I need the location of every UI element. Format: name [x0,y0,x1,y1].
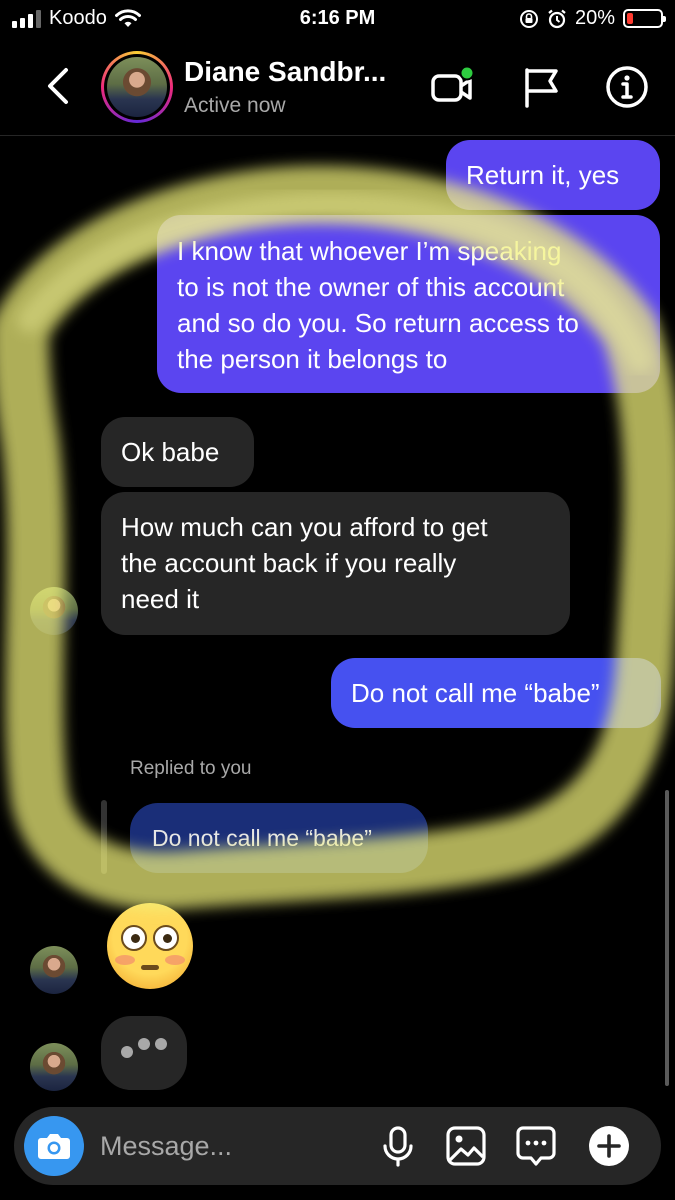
scrollbar[interactable] [665,790,669,1086]
reply-quote-bubble[interactable]: Do not call me “babe” [130,803,428,873]
orientation-lock-icon [519,9,538,28]
add-icon[interactable] [587,1124,631,1168]
sender-avatar[interactable] [30,587,78,635]
typing-indicator [101,1016,187,1090]
incoming-message[interactable]: How much can you afford to get the accou… [101,492,570,635]
contact-name[interactable]: Diane Sandbr... [184,56,386,88]
camera-icon [38,1134,70,1159]
battery-icon [623,9,666,28]
gallery-icon[interactable] [444,1124,488,1168]
info-icon[interactable] [604,64,650,110]
message-line: to is not the owner of this account [177,272,565,302]
outgoing-message[interactable]: I know that whoever I’m speaking to is n… [157,215,660,393]
outgoing-message[interactable]: Do not call me “babe” [331,658,661,728]
flushed-face-emoji[interactable] [107,903,193,989]
status-bar: Koodo 6:16 PM 20% [0,0,675,38]
chat-header: Diane Sandbr... Active now [0,40,675,136]
outgoing-message[interactable]: Return it, yes [446,140,660,210]
sticker-icon[interactable] [514,1124,558,1168]
battery-percent: 20% [574,7,615,29]
sender-avatar[interactable] [30,1043,78,1091]
video-call-icon[interactable] [428,64,474,110]
flag-icon[interactable] [518,64,564,110]
message-line: need it [121,584,200,614]
sender-avatar[interactable] [30,946,78,994]
message-line: the person it belongs to [177,344,448,374]
incoming-message[interactable]: Ok babe [101,417,254,487]
contact-avatar[interactable] [101,51,173,123]
replied-to-you-label: Replied to you [130,758,252,779]
message-line: I know that whoever I’m speaking [177,236,562,266]
message-line: How much can you afford to get [121,512,488,542]
alarm-icon [548,9,566,28]
contact-status: Active now [184,94,286,117]
message-composer [14,1107,661,1185]
back-icon[interactable] [40,64,80,108]
message-line: and so do you. So return access to [177,308,579,338]
camera-button[interactable] [24,1116,84,1176]
message-input[interactable] [100,1107,360,1185]
reply-quote-bar [101,800,107,874]
microphone-icon[interactable] [376,1124,420,1168]
message-line: the account back if you really [121,548,457,578]
